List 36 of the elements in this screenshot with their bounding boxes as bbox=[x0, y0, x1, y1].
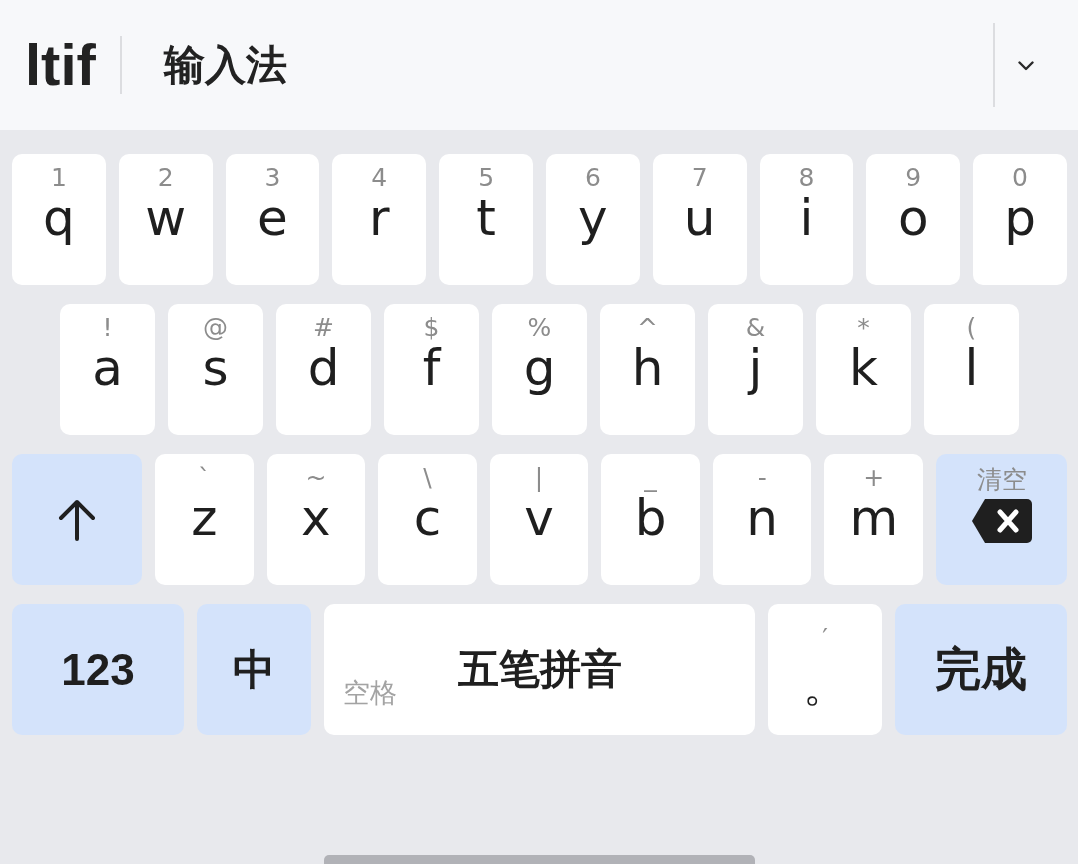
letter-key[interactable]: \ c bbox=[378, 454, 477, 585]
letter-key[interactable]: * k bbox=[816, 304, 911, 435]
letter-key[interactable]: ~ x bbox=[266, 454, 366, 585]
letter-key[interactable]: 3 e bbox=[225, 154, 320, 285]
letter-key[interactable]: 2 w bbox=[118, 154, 213, 285]
letter-key[interactable]: 8 i bbox=[759, 154, 854, 285]
punctuation-key[interactable]: ′ 。 bbox=[768, 604, 882, 735]
done-key[interactable]: 完成 bbox=[895, 604, 1067, 735]
letter-key[interactable]: + m bbox=[824, 454, 924, 585]
input-method-label: 输入法 bbox=[163, 40, 287, 90]
numbers-key[interactable]: 123 bbox=[12, 604, 184, 735]
letter-key[interactable]: _ b bbox=[601, 454, 700, 585]
letter-key[interactable]: @ s bbox=[168, 304, 263, 435]
letter-key[interactable]: & j bbox=[708, 304, 803, 435]
letter-key[interactable]: 5 t bbox=[439, 154, 533, 285]
logo-text: ltif bbox=[25, 33, 96, 97]
letter-key[interactable]: 9 o bbox=[866, 154, 961, 285]
letter-key[interactable]: # d bbox=[276, 304, 371, 435]
language-key[interactable]: 中 bbox=[197, 604, 311, 735]
letter-key[interactable]: 1 q bbox=[12, 154, 106, 285]
letter-key[interactable]: | v bbox=[489, 454, 589, 585]
letter-key[interactable]: ` z bbox=[155, 454, 254, 585]
letter-key[interactable]: ( l bbox=[924, 304, 1019, 435]
letter-key[interactable]: ! a bbox=[60, 304, 155, 435]
backspace-icon bbox=[971, 499, 1032, 543]
letter-key[interactable]: % g bbox=[492, 304, 587, 435]
letter-key[interactable]: 7 u bbox=[652, 154, 747, 285]
letter-key[interactable]: - n bbox=[712, 454, 812, 585]
letter-key[interactable]: $ f bbox=[384, 304, 479, 435]
space-key[interactable]: 空格 五笔拼音 bbox=[324, 604, 755, 735]
chevron-down-icon[interactable] bbox=[1018, 61, 1034, 71]
up-arrow-icon bbox=[58, 498, 96, 541]
letter-key[interactable]: 4 r bbox=[332, 154, 427, 285]
letter-key[interactable]: 6 y bbox=[546, 154, 640, 285]
letter-key[interactable]: ^ h bbox=[600, 304, 695, 435]
letter-key[interactable]: 0 p bbox=[973, 154, 1067, 285]
